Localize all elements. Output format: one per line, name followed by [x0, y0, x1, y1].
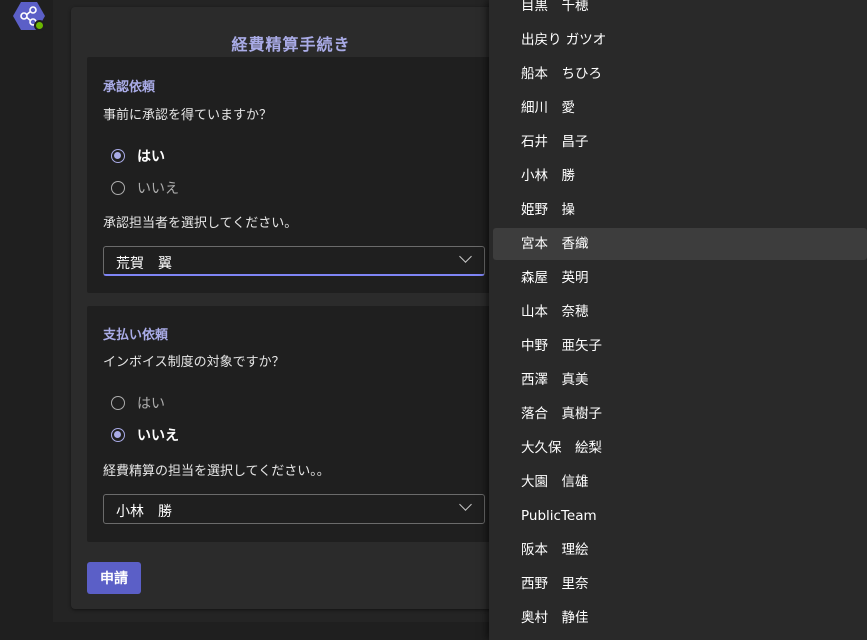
radio-label: はい	[137, 149, 165, 165]
dropdown-option[interactable]: 石井 昌子	[493, 126, 867, 158]
payment-section: 支払い依頼 インボイス制度の対象ですか？ はい いいえ 経費精算の担当を選択して…	[87, 306, 507, 542]
form-title: 経費精算手続き	[231, 35, 351, 54]
radio-label: いいえ	[137, 181, 179, 197]
assignee-label: 経費精算の担当を選択してください。。	[103, 464, 330, 479]
radio-label: はい	[137, 396, 165, 412]
radio-unchecked-icon	[111, 396, 125, 410]
approval-heading: 承認依頼	[103, 80, 156, 95]
dropdown-option[interactable]: 山本 奈穂	[493, 296, 867, 328]
approver-label: 承認担当者を選択してください。	[103, 216, 298, 231]
dropdown-option[interactable]: 森屋 英明	[493, 262, 867, 294]
dropdown-option[interactable]: 中野 亜矢子	[493, 330, 867, 362]
dropdown-option[interactable]: 船本 ちひろ	[493, 58, 867, 90]
submit-button[interactable]: 申請	[87, 562, 141, 594]
dropdown-option[interactable]: 細川 愛	[493, 92, 867, 124]
left-rail	[0, 0, 53, 640]
dropdown-option[interactable]: 阪本 理絵	[493, 534, 867, 566]
dropdown-option[interactable]: 大久保 絵梨	[493, 432, 867, 464]
approver-dropdown-list: 目黒 千穂 出戻り ガツオ 船本 ちひろ 細川 愛 石井 昌子 小林 勝 姫野 …	[489, 0, 867, 640]
payment-radio-no[interactable]: いいえ	[111, 425, 179, 445]
approval-radio-yes[interactable]: はい	[111, 146, 165, 166]
approver-value: 荒賀 翼	[116, 256, 172, 272]
approval-radio-no[interactable]: いいえ	[111, 178, 179, 198]
approval-section: 承認依頼 事前に承認を得ていますか？ はい いいえ 承認担当者を選択してください…	[87, 57, 507, 293]
radio-checked-icon	[111, 149, 125, 163]
dropdown-option[interactable]: 姫野 操	[493, 194, 867, 226]
dropdown-option[interactable]: 西野 里奈	[493, 568, 867, 600]
payment-heading: 支払い依頼	[103, 328, 169, 343]
payment-question: インボイス制度の対象ですか？	[103, 355, 285, 370]
dropdown-option[interactable]: 大園 信雄	[493, 466, 867, 498]
dropdown-option[interactable]: 奥村 静佳	[493, 602, 867, 634]
chevron-down-icon	[459, 498, 472, 511]
radio-checked-icon	[111, 428, 125, 442]
approver-select[interactable]: 荒賀 翼	[103, 246, 485, 276]
payment-radio-yes[interactable]: はい	[111, 393, 165, 413]
presence-available-icon	[34, 20, 45, 31]
dropdown-option[interactable]: 西澤 真美	[493, 364, 867, 396]
chevron-down-icon	[459, 250, 472, 263]
assignee-value: 小林 勝	[116, 504, 172, 520]
dropdown-option[interactable]: PublicTeam	[493, 500, 867, 532]
dropdown-option[interactable]: 目黒 千穂	[493, 0, 867, 22]
dropdown-option-hovered[interactable]: 宮本 香織	[493, 228, 867, 260]
dropdown-option[interactable]: 小林 勝	[493, 160, 867, 192]
dropdown-option[interactable]: 落合 真樹子	[493, 398, 867, 430]
approval-question: 事前に承認を得ていますか？	[103, 108, 273, 123]
radio-label: いいえ	[137, 428, 179, 444]
dropdown-option[interactable]: 出戻り ガツオ	[493, 24, 867, 56]
assignee-select[interactable]: 小林 勝	[103, 494, 485, 524]
radio-unchecked-icon	[111, 181, 125, 195]
